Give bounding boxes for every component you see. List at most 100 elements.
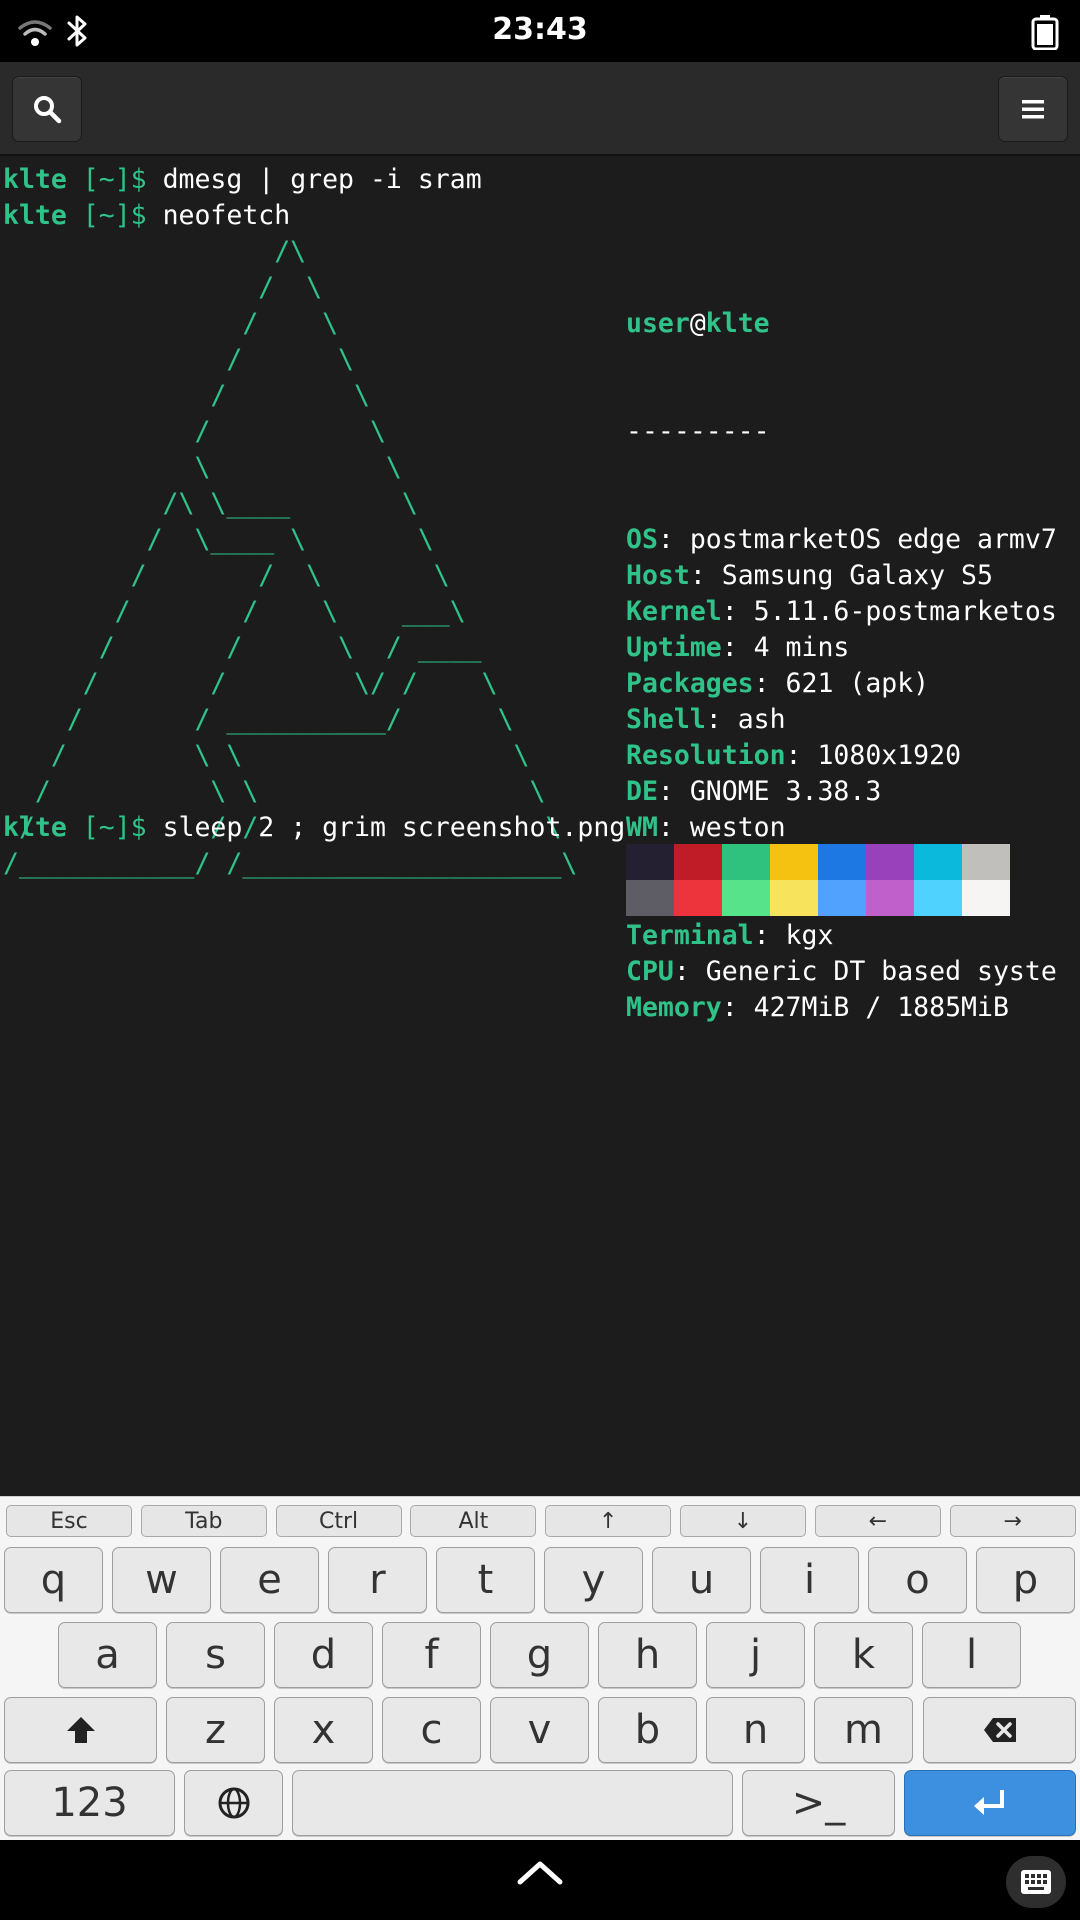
neofetch-field-key: Packages xyxy=(626,668,754,699)
neofetch-separator: --------- xyxy=(626,416,770,447)
status-clock: 23:43 xyxy=(492,12,588,47)
color-swatch xyxy=(914,844,962,880)
ascii-art-line: / \ xyxy=(3,344,354,375)
keyboard-toggle-button[interactable] xyxy=(1006,1856,1066,1908)
neofetch-field-value: : 5.11.6-postmarketos xyxy=(721,596,1057,627)
function-key[interactable]: Alt xyxy=(410,1505,537,1537)
neofetch-field-uptime: Uptime: 4 mins xyxy=(626,630,1057,666)
search-icon xyxy=(34,96,62,124)
key-q[interactable]: q xyxy=(4,1547,103,1613)
key-z[interactable]: z xyxy=(166,1697,265,1763)
neofetch-field-key: WM xyxy=(626,812,658,843)
neofetch-field-cpu: CPU: Generic DT based syste xyxy=(626,954,1057,990)
key-x[interactable]: x xyxy=(274,1697,373,1763)
key-g[interactable]: g xyxy=(490,1622,589,1688)
color-swatch xyxy=(722,880,770,916)
key-f[interactable]: f xyxy=(382,1622,481,1688)
neofetch-field-key: Uptime xyxy=(626,632,722,663)
key-l[interactable]: l xyxy=(922,1622,1021,1688)
neofetch-field-os: OS: postmarketOS edge armv7 xyxy=(626,522,1057,558)
color-swatch xyxy=(722,844,770,880)
enter-key[interactable] xyxy=(904,1770,1076,1836)
key-h[interactable]: h xyxy=(598,1622,697,1688)
shift-key[interactable] xyxy=(4,1697,157,1763)
neofetch-field-terminal: Terminal: kgx xyxy=(626,918,1057,954)
neofetch-ascii-logo: /\ / \ / \ / \ / \ / \ \ \ /\ \____ \ / … xyxy=(3,234,577,882)
neofetch-field-value: : 427MiB / 1885MiB xyxy=(721,992,1009,1023)
neofetch-field-host: Host: Samsung Galaxy S5 xyxy=(626,558,1057,594)
backspace-key[interactable] xyxy=(923,1697,1076,1763)
prompt-host: klte xyxy=(3,200,67,231)
key-u[interactable]: u xyxy=(652,1547,751,1613)
language-key[interactable] xyxy=(184,1770,283,1836)
function-key[interactable]: Esc xyxy=(6,1505,132,1537)
neofetch-host: klte xyxy=(705,308,770,339)
key-p[interactable]: p xyxy=(976,1547,1075,1613)
color-palette xyxy=(626,844,1010,916)
key-a[interactable]: a xyxy=(58,1622,157,1688)
key-i[interactable]: i xyxy=(760,1547,859,1613)
neofetch-field-value: : weston xyxy=(657,812,786,843)
ascii-art-line: / / \ \ xyxy=(3,560,450,591)
neofetch-field-key: Terminal xyxy=(626,920,754,951)
color-swatch xyxy=(866,844,914,880)
color-swatch xyxy=(962,844,1010,880)
function-key[interactable]: Ctrl xyxy=(275,1505,402,1537)
key-v[interactable]: v xyxy=(490,1697,589,1763)
color-swatch xyxy=(914,880,962,916)
key-b[interactable]: b xyxy=(598,1697,697,1763)
neofetch-field-key: Kernel xyxy=(626,596,722,627)
neofetch-field-value: : kgx xyxy=(753,920,834,951)
key-o[interactable]: o xyxy=(868,1547,967,1613)
key-k[interactable]: k xyxy=(814,1622,913,1688)
command-text: neofetch xyxy=(162,200,291,231)
color-swatch xyxy=(770,844,818,880)
key-j[interactable]: j xyxy=(706,1622,805,1688)
key-y[interactable]: y xyxy=(544,1547,643,1613)
globe-icon xyxy=(218,1787,249,1819)
neofetch-field-packages: Packages: 621 (apk) xyxy=(626,666,1057,702)
terminal-line: klte [~]$ neofetch xyxy=(3,198,290,234)
shift-icon xyxy=(66,1717,95,1743)
backspace-icon xyxy=(983,1718,1016,1742)
ascii-art-line: / / __________/ \ xyxy=(3,704,514,735)
function-key[interactable]: ← xyxy=(814,1505,941,1537)
function-key[interactable]: ↓ xyxy=(680,1505,806,1537)
neofetch-field-wm: WM: weston xyxy=(626,810,1057,846)
neofetch-field-key: Shell xyxy=(626,704,706,735)
neofetch-field-key: Host xyxy=(626,560,690,591)
function-key[interactable]: ↑ xyxy=(545,1505,672,1537)
key-e[interactable]: e xyxy=(220,1547,319,1613)
prompt-path: [~]$ xyxy=(66,164,163,195)
terminal-output[interactable]: klte [~]$ dmesg | grep -i sram klte [~]$… xyxy=(0,156,1080,1496)
key-c[interactable]: c xyxy=(382,1697,481,1763)
key-t[interactable]: t xyxy=(436,1547,535,1613)
key-r[interactable]: r xyxy=(328,1547,427,1613)
numbers-key[interactable]: 123 xyxy=(4,1770,175,1836)
function-key[interactable]: → xyxy=(949,1505,1076,1537)
chevron-up-icon[interactable] xyxy=(516,1858,564,1888)
key-n[interactable]: n xyxy=(706,1697,805,1763)
neofetch-field-de: DE: GNOME 3.38.3 xyxy=(626,774,1057,810)
status-bar: 23:43 xyxy=(0,0,1080,62)
neofetch-field-memory: Memory: 427MiB / 1885MiB xyxy=(626,990,1057,1026)
color-swatch xyxy=(626,844,674,880)
key-d[interactable]: d xyxy=(274,1622,373,1688)
key-m[interactable]: m xyxy=(814,1697,913,1763)
color-swatch xyxy=(962,880,1010,916)
neofetch-field-value: : 621 (apk) xyxy=(753,668,930,699)
space-key[interactable] xyxy=(292,1770,733,1836)
ascii-art-line: / \ \ \ xyxy=(3,740,530,771)
neofetch-field-kernel: Kernel: 5.11.6-postmarketos xyxy=(626,594,1057,630)
menu-button[interactable] xyxy=(998,76,1068,142)
enter-icon xyxy=(974,1790,1004,1815)
neofetch-field-value: : postmarketOS edge armv7 xyxy=(657,524,1057,555)
neofetch-field-key: CPU xyxy=(626,956,674,987)
search-button[interactable] xyxy=(12,76,82,142)
key-s[interactable]: s xyxy=(166,1622,265,1688)
prompt-host: klte xyxy=(3,164,67,195)
ascii-art-line: /___________/ /____________________\ xyxy=(3,848,578,879)
function-key[interactable]: Tab xyxy=(140,1505,267,1537)
terminal-key[interactable]: >_ xyxy=(742,1770,895,1836)
key-w[interactable]: w xyxy=(112,1547,211,1613)
